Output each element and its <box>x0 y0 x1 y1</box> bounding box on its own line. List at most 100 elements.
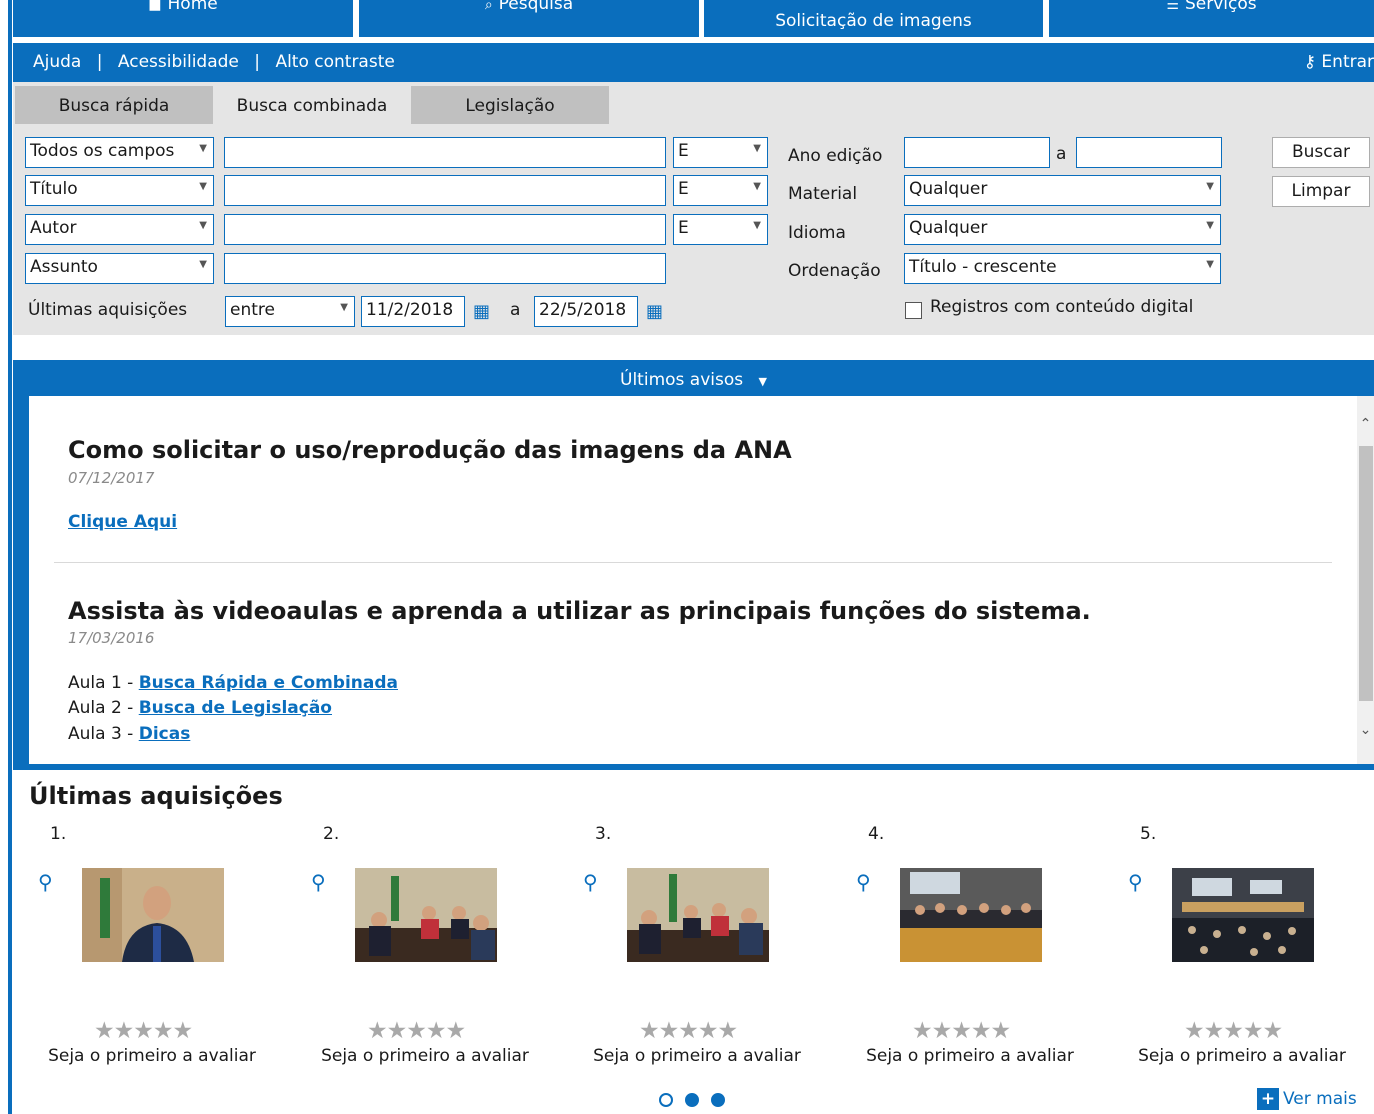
ano-edicao-label: Ano edição <box>788 146 883 166</box>
acquisition-item: 2. ⚲ ★★★★★ Seja o primeiro a avaliar <box>309 822 581 1082</box>
aula-item: Aula 2 - Busca de Legislação <box>68 698 332 718</box>
digital-content-checkbox[interactable] <box>905 302 922 319</box>
rating-stars[interactable]: ★★★★★ <box>367 1018 466 1044</box>
carousel-dot[interactable] <box>685 1093 699 1107</box>
search-panel: Busca rápida Busca combinada Legislação … <box>13 82 1374 335</box>
scrollbar-thumb[interactable] <box>1359 446 1373 701</box>
chevron-down-icon: ▼ <box>199 181 207 192</box>
operator-select-2[interactable]: E ▼ <box>673 175 768 206</box>
aula-link[interactable]: Busca de Legislação <box>139 698 332 718</box>
field-select-2[interactable]: Título ▼ <box>25 175 214 206</box>
list-icon: ☰ <box>1166 0 1179 13</box>
magnifier-icon[interactable]: ⚲ <box>856 870 871 894</box>
operator-select-1[interactable]: E ▼ <box>673 137 768 168</box>
carousel-dot[interactable] <box>711 1093 725 1107</box>
rating-text: Seja o primeiro a avaliar <box>593 1046 801 1066</box>
key-icon: ⚷ <box>1303 52 1317 72</box>
notice-title: Assista às videoaulas e aprenda a utiliz… <box>68 597 1091 625</box>
nav-tab-home[interactable]: ■ Home <box>13 0 353 37</box>
calendar-icon[interactable]: ▦ <box>646 302 666 322</box>
rating-stars[interactable]: ★★★★★ <box>912 1018 1011 1044</box>
nav-tab-servicos[interactable]: ☰ Serviços <box>1049 0 1374 37</box>
search-input-1[interactable] <box>224 137 666 168</box>
digital-content-label: Registros com conteúdo digital <box>930 297 1194 317</box>
thumbnail-image[interactable] <box>627 868 769 962</box>
carousel-pagination <box>659 1092 737 1111</box>
home-icon: ■ <box>148 0 162 13</box>
buscar-button[interactable]: Buscar <box>1272 137 1370 168</box>
aula-link[interactable]: Busca Rápida e Combinada <box>139 673 398 693</box>
link-acessibilidade[interactable]: Acessibilidade <box>118 52 239 72</box>
field-select-4[interactable]: Assunto ▼ <box>25 253 214 284</box>
rating-stars[interactable]: ★★★★★ <box>94 1018 193 1044</box>
acquisition-item: 3. ⚲ ★★★★★ Seja o primeiro a avaliar <box>581 822 853 1082</box>
notices-header[interactable]: Últimos avisos ▼ <box>13 360 1374 396</box>
scrollbar[interactable]: ⌃ ⌄ <box>1357 396 1374 764</box>
acquisition-item: 4. ⚲ ★★★★★ Seja o primeiro a avaliar <box>854 822 1126 1082</box>
scroll-up-icon[interactable]: ⌃ <box>1357 416 1374 432</box>
item-number: 4. <box>868 824 885 844</box>
field-select-1[interactable]: Todos os campos ▼ <box>25 137 214 168</box>
plus-icon: + <box>1257 1088 1279 1110</box>
utility-bar: Ajuda | Acessibilidade | Alto contraste … <box>13 43 1374 82</box>
chevron-down-icon: ▼ <box>758 375 767 388</box>
clique-aqui-link[interactable]: Clique Aqui <box>68 512 177 532</box>
nav-tab-solicitacao[interactable]: Solicitação de imagens <box>704 0 1043 37</box>
combined-search-form: Todos os campos ▼ E ▼ Título ▼ E ▼ Autor ▼ E ▼… <box>13 124 1374 335</box>
item-number: 3. <box>595 824 612 844</box>
ordenacao-select[interactable]: Título - crescente ▼ <box>904 253 1221 284</box>
material-select[interactable]: Qualquer ▼ <box>904 175 1221 206</box>
thumbnail-image[interactable] <box>900 868 1042 962</box>
thumbnail-image[interactable] <box>355 868 497 962</box>
magnifier-icon[interactable]: ⚲ <box>311 870 326 894</box>
ver-mais-link[interactable]: + Ver mais <box>1257 1088 1357 1110</box>
operator-select-3[interactable]: E ▼ <box>673 214 768 245</box>
ultimas-aquisicoes-label: Últimas aquisições <box>28 300 188 320</box>
ano-from-input[interactable] <box>904 137 1050 168</box>
chevron-down-icon: ▼ <box>753 220 761 231</box>
chevron-down-icon: ▼ <box>340 302 348 313</box>
search-icon: ⌕ <box>484 0 493 13</box>
tab-busca-rapida[interactable]: Busca rápida <box>15 86 213 126</box>
item-number: 1. <box>50 824 67 844</box>
search-input-4[interactable] <box>224 253 666 284</box>
range-select[interactable]: entre ▼ <box>225 296 355 327</box>
login-link[interactable]: ⚷ Entrar <box>1304 52 1374 72</box>
tab-legislacao[interactable]: Legislação <box>411 86 609 126</box>
magnifier-icon[interactable]: ⚲ <box>1128 870 1143 894</box>
top-navigation: ■ Home ⌕ Pesquisa Solicitação de imagens ☰… <box>0 0 1374 1114</box>
ano-to-input[interactable] <box>1076 137 1222 168</box>
notice-date: 07/12/2017 <box>68 469 155 487</box>
field-select-3[interactable]: Autor ▼ <box>25 214 214 245</box>
link-alto-contraste[interactable]: Alto contraste <box>275 52 394 72</box>
magnifier-icon[interactable]: ⚲ <box>38 870 53 894</box>
nav-tab-pesquisa[interactable]: ⌕ Pesquisa <box>359 0 699 37</box>
notice-date: 17/03/2016 <box>68 629 155 647</box>
idioma-select[interactable]: Qualquer ▼ <box>904 214 1221 245</box>
date-to-input[interactable]: 22/5/2018 <box>534 296 638 327</box>
item-number: 2. <box>323 824 340 844</box>
search-input-3[interactable] <box>224 214 666 245</box>
rating-stars[interactable]: ★★★★★ <box>1184 1018 1283 1044</box>
link-ajuda[interactable]: Ajuda <box>33 52 81 72</box>
date-from-input[interactable]: 11/2/2018 <box>361 296 465 327</box>
rating-stars[interactable]: ★★★★★ <box>639 1018 738 1044</box>
thumbnail-image[interactable] <box>1172 868 1314 962</box>
search-input-2[interactable] <box>224 175 666 206</box>
rating-text: Seja o primeiro a avaliar <box>1138 1046 1346 1066</box>
divider <box>54 562 1332 563</box>
rating-text: Seja o primeiro a avaliar <box>866 1046 1074 1066</box>
item-number: 5. <box>1140 824 1157 844</box>
chevron-down-icon: ▼ <box>199 259 207 270</box>
scroll-down-icon[interactable]: ⌄ <box>1357 722 1374 738</box>
tab-busca-combinada[interactable]: Busca combinada <box>213 86 411 126</box>
notice-title: Como solicitar o uso/reprodução das imag… <box>68 436 792 464</box>
thumbnail-image[interactable] <box>82 868 224 962</box>
aula-link[interactable]: Dicas <box>139 724 191 744</box>
carousel-dot[interactable] <box>659 1093 673 1107</box>
idioma-label: Idioma <box>788 223 846 243</box>
acquisitions-title: Últimas aquisições <box>29 782 283 810</box>
magnifier-icon[interactable]: ⚲ <box>583 870 598 894</box>
limpar-button[interactable]: Limpar <box>1272 176 1370 207</box>
calendar-icon[interactable]: ▦ <box>473 302 493 322</box>
